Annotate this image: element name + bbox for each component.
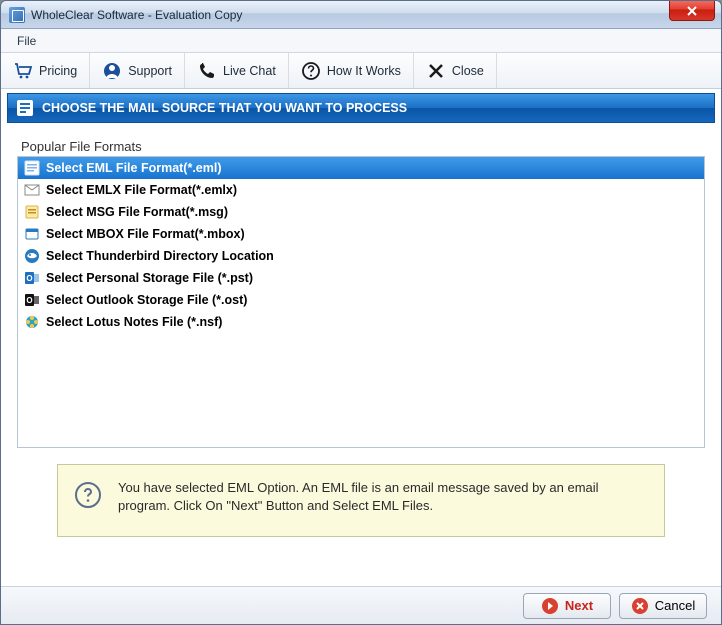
toolbar-close-label: Close bbox=[452, 64, 484, 78]
toolbar-livechat[interactable]: Live Chat bbox=[185, 53, 289, 88]
eml-icon bbox=[24, 160, 40, 176]
toolbar-support-label: Support bbox=[128, 64, 172, 78]
thunderbird-icon bbox=[24, 248, 40, 264]
info-panel: You have selected EML Option. An EML fil… bbox=[57, 464, 665, 537]
toolbar-pricing[interactable]: Pricing bbox=[1, 53, 90, 88]
menu-file[interactable]: File bbox=[9, 31, 44, 51]
window-close-button[interactable] bbox=[669, 1, 715, 21]
toolbar: Pricing Support Live Chat How It Works C… bbox=[1, 53, 721, 89]
menubar: File bbox=[1, 29, 721, 53]
cancel-icon bbox=[631, 597, 649, 615]
cancel-button[interactable]: Cancel bbox=[619, 593, 707, 619]
lotus-notes-icon bbox=[24, 314, 40, 330]
format-list: Select EML File Format(*.eml) Select EML… bbox=[17, 156, 705, 448]
mbox-icon bbox=[24, 226, 40, 242]
mail-source-icon bbox=[16, 99, 34, 117]
close-icon bbox=[686, 5, 698, 17]
toolbar-livechat-label: Live Chat bbox=[223, 64, 276, 78]
format-label: Select EMLX File Format(*.emlx) bbox=[46, 183, 237, 197]
toolbar-close[interactable]: Close bbox=[414, 53, 497, 88]
format-nsf[interactable]: Select Lotus Notes File (*.nsf) bbox=[18, 311, 704, 333]
phone-icon bbox=[197, 61, 217, 81]
info-text: You have selected EML Option. An EML fil… bbox=[118, 479, 648, 514]
x-icon bbox=[426, 61, 446, 81]
group-label: Popular File Formats bbox=[21, 139, 705, 154]
content-area: Popular File Formats Select EML File For… bbox=[1, 123, 721, 586]
window-title: WholeClear Software - Evaluation Copy bbox=[31, 8, 242, 22]
app-window: WholeClear Software - Evaluation Copy Fi… bbox=[0, 0, 722, 625]
toolbar-pricing-label: Pricing bbox=[39, 64, 77, 78]
format-pst[interactable]: O Select Personal Storage File (*.pst) bbox=[18, 267, 704, 289]
format-mbox[interactable]: Select MBOX File Format(*.mbox) bbox=[18, 223, 704, 245]
toolbar-support[interactable]: Support bbox=[90, 53, 185, 88]
format-label: Select Lotus Notes File (*.nsf) bbox=[46, 315, 222, 329]
section-banner: CHOOSE THE MAIL SOURCE THAT YOU WANT TO … bbox=[7, 93, 715, 123]
app-icon bbox=[9, 7, 25, 23]
next-icon bbox=[541, 597, 559, 615]
svg-text:O: O bbox=[26, 274, 32, 283]
svg-text:O: O bbox=[26, 296, 32, 305]
question-icon bbox=[301, 61, 321, 81]
outlook-ost-icon: O bbox=[24, 292, 40, 308]
titlebar: WholeClear Software - Evaluation Copy bbox=[1, 1, 721, 29]
cart-icon bbox=[13, 61, 33, 81]
toolbar-howitworks-label: How It Works bbox=[327, 64, 401, 78]
format-ost[interactable]: O Select Outlook Storage File (*.ost) bbox=[18, 289, 704, 311]
outlook-pst-icon: O bbox=[24, 270, 40, 286]
cancel-label: Cancel bbox=[655, 598, 695, 613]
format-label: Select EML File Format(*.eml) bbox=[46, 161, 222, 175]
format-label: Select Outlook Storage File (*.ost) bbox=[46, 293, 247, 307]
banner-text: CHOOSE THE MAIL SOURCE THAT YOU WANT TO … bbox=[42, 101, 407, 115]
msg-icon bbox=[24, 204, 40, 220]
format-thunderbird[interactable]: Select Thunderbird Directory Location bbox=[18, 245, 704, 267]
envelope-icon bbox=[24, 182, 40, 198]
format-label: Select Personal Storage File (*.pst) bbox=[46, 271, 253, 285]
format-eml[interactable]: Select EML File Format(*.eml) bbox=[18, 157, 704, 179]
support-icon bbox=[102, 61, 122, 81]
format-label: Select MBOX File Format(*.mbox) bbox=[46, 227, 245, 241]
info-icon bbox=[74, 481, 102, 509]
footer: Next Cancel bbox=[1, 586, 721, 624]
next-label: Next bbox=[565, 598, 593, 613]
next-button[interactable]: Next bbox=[523, 593, 611, 619]
toolbar-howitworks[interactable]: How It Works bbox=[289, 53, 414, 88]
format-label: Select MSG File Format(*.msg) bbox=[46, 205, 228, 219]
format-label: Select Thunderbird Directory Location bbox=[46, 249, 274, 263]
format-msg[interactable]: Select MSG File Format(*.msg) bbox=[18, 201, 704, 223]
format-emlx[interactable]: Select EMLX File Format(*.emlx) bbox=[18, 179, 704, 201]
